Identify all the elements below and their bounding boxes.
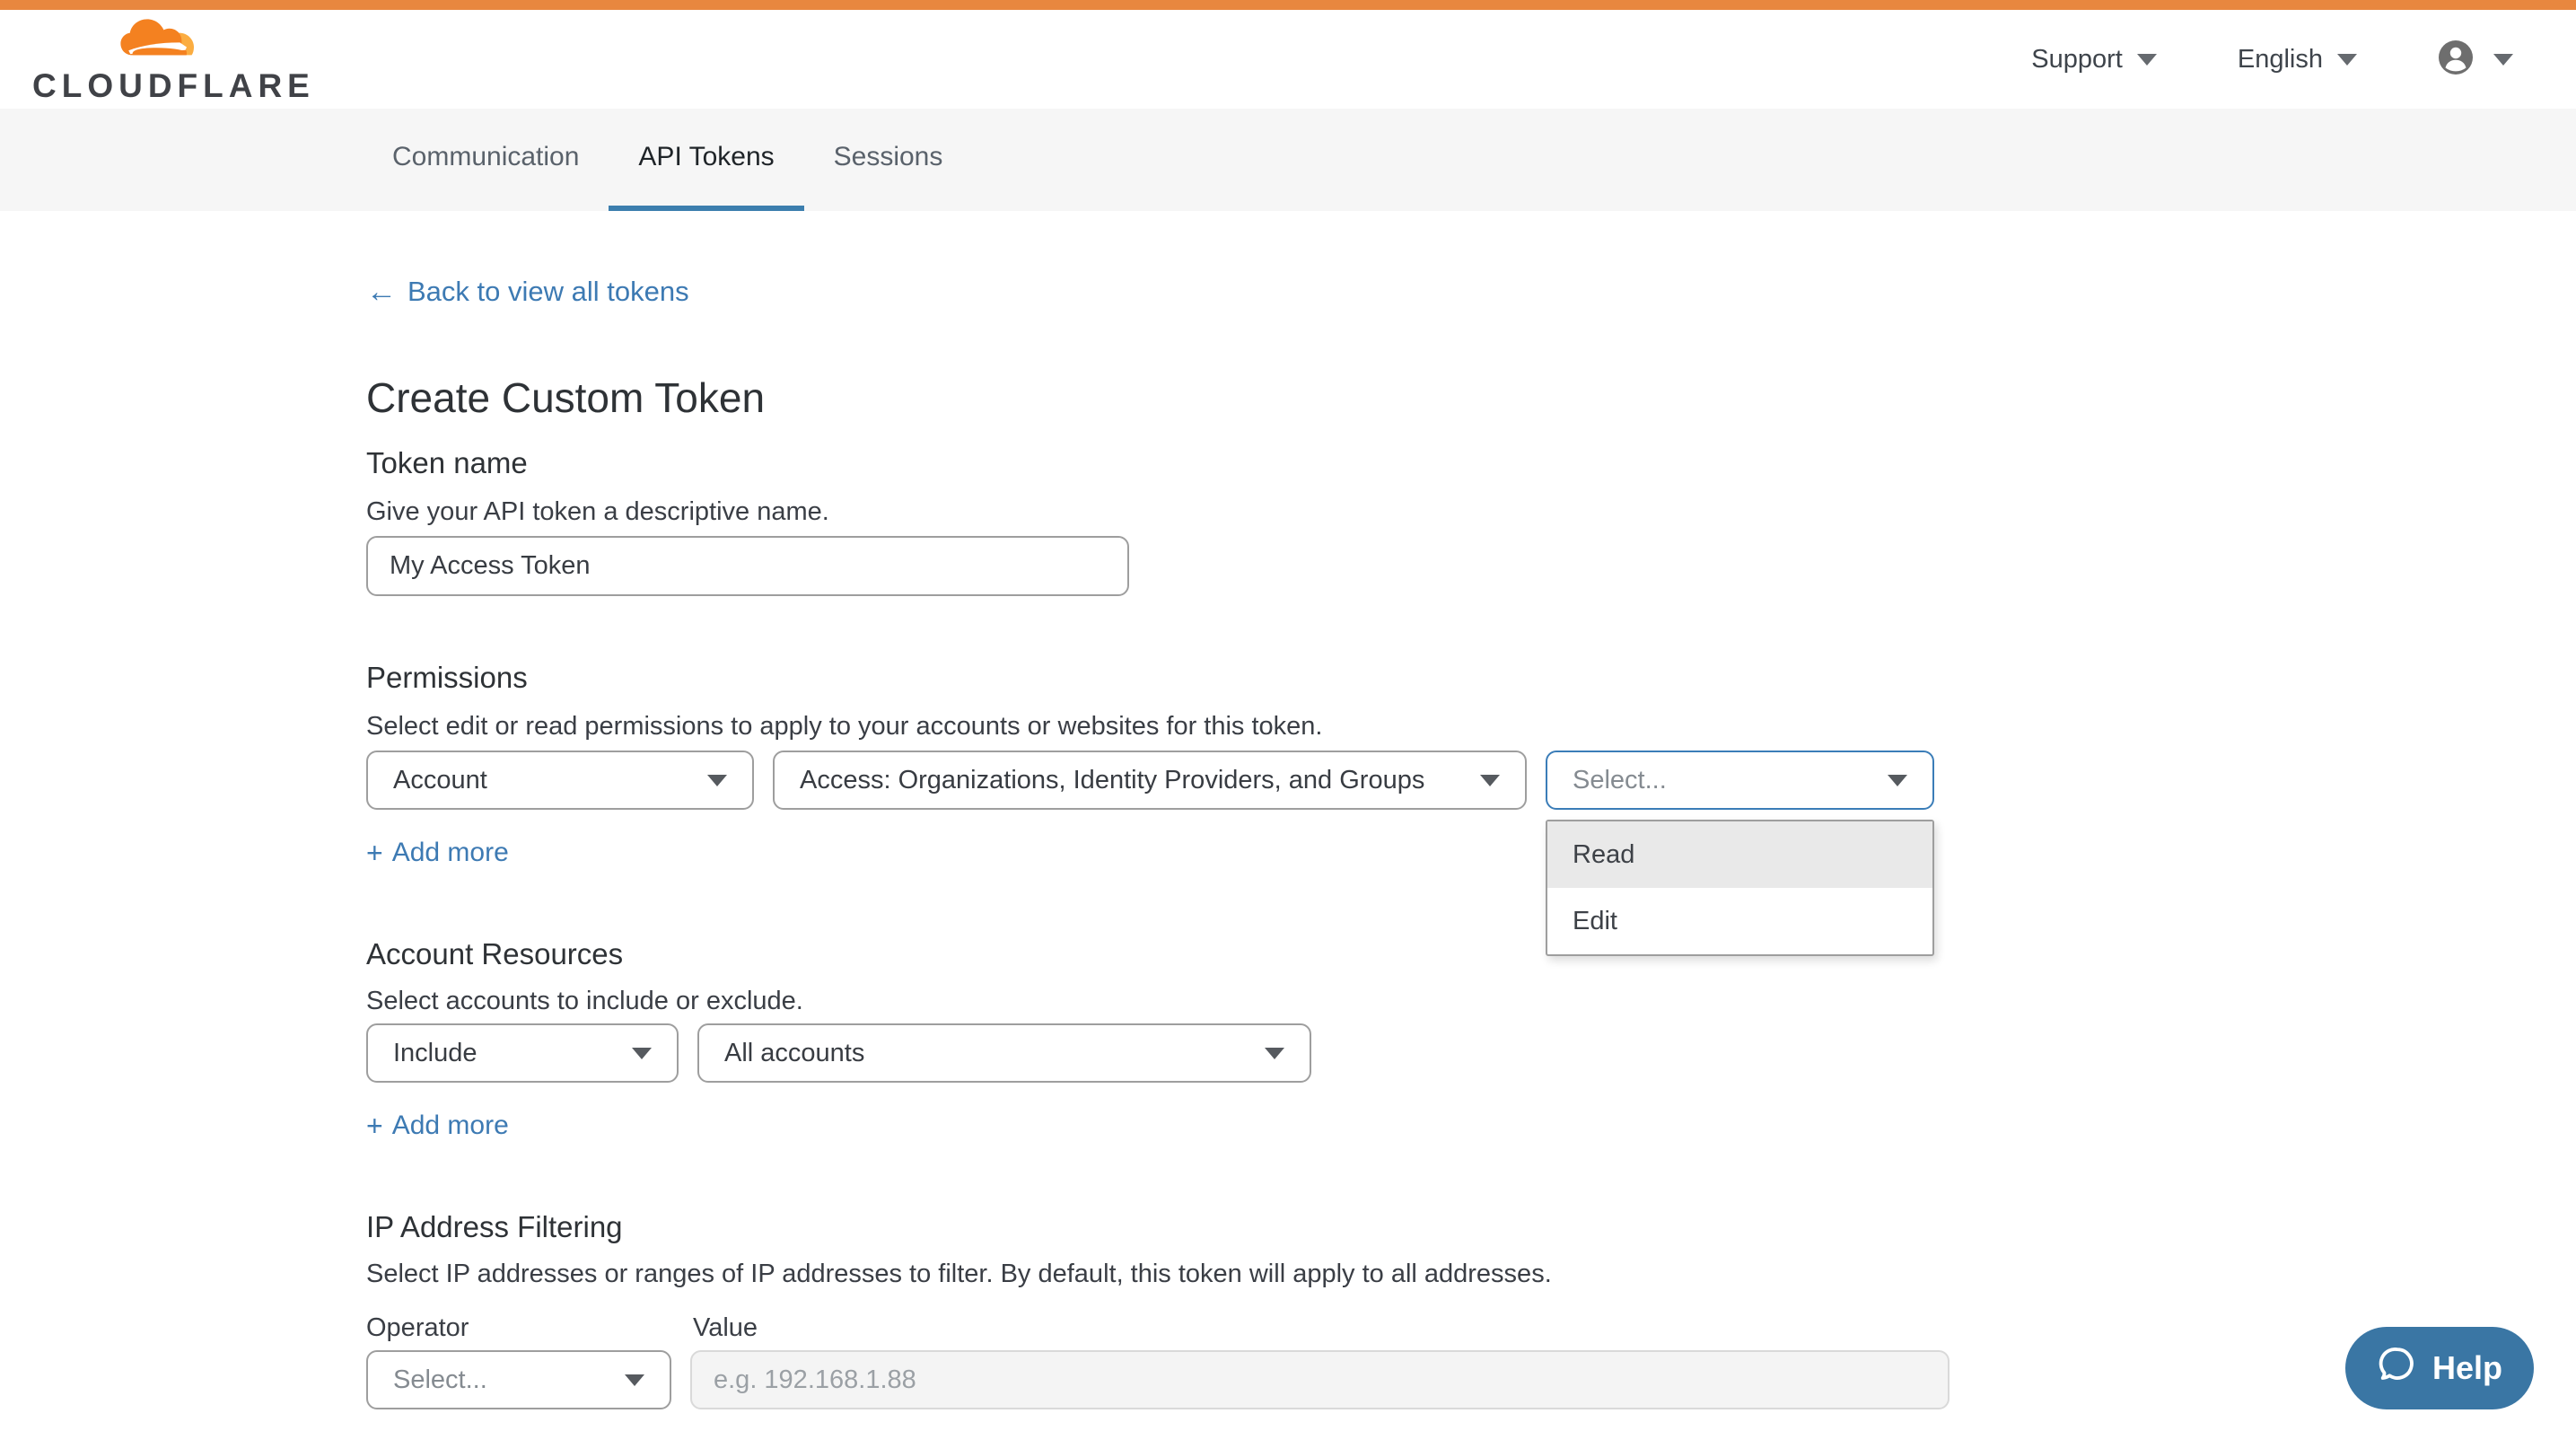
chat-bubble-icon <box>2377 1344 2418 1393</box>
accounts-select[interactable]: All accounts <box>697 1023 1311 1083</box>
permission-access-wrap: Select... Read Edit <box>1546 751 1934 810</box>
chevron-down-icon <box>2137 54 2157 66</box>
token-name-description: Give your API token a descriptive name. <box>366 496 2486 527</box>
ip-filtering-row: Select... <box>366 1350 2486 1409</box>
header: CLOUDFLARE Support English <box>0 10 2576 109</box>
support-menu[interactable]: Support <box>2031 45 2157 75</box>
top-orange-bar <box>0 0 2576 10</box>
chevron-down-icon <box>2337 54 2357 66</box>
operator-label: Operator <box>366 1312 671 1343</box>
ip-value-input[interactable] <box>690 1350 1950 1409</box>
operator-placeholder: Select... <box>393 1365 487 1395</box>
permissions-row: Account Access: Organizations, Identity … <box>366 751 2486 810</box>
user-avatar-icon <box>2438 40 2474 80</box>
support-label: Support <box>2031 45 2123 75</box>
add-more-label: Add more <box>392 1110 509 1142</box>
plus-icon: + <box>366 1110 383 1142</box>
language-menu[interactable]: English <box>2238 45 2357 75</box>
tab-sessions[interactable]: Sessions <box>804 109 973 211</box>
chevron-down-icon <box>2493 54 2513 66</box>
ip-filtering-labels: Operator Value <box>366 1312 2486 1343</box>
plus-icon: + <box>366 837 383 869</box>
cloudflare-cloud-icon <box>111 17 205 67</box>
permission-access-select[interactable]: Select... <box>1546 751 1934 810</box>
header-nav: Support English <box>2031 40 2513 80</box>
help-button[interactable]: Help <box>2345 1327 2534 1409</box>
dropdown-option-read[interactable]: Read <box>1547 821 1932 888</box>
chevron-down-icon <box>632 1048 652 1059</box>
ip-filtering-heading: IP Address Filtering <box>366 1210 2486 1244</box>
language-label: English <box>2238 45 2323 75</box>
tab-bar: Communication API Tokens Sessions <box>0 109 2576 211</box>
chevron-down-icon <box>625 1374 644 1386</box>
value-label: Value <box>693 1312 758 1343</box>
permission-group-select[interactable]: Access: Organizations, Identity Provider… <box>773 751 1527 810</box>
chevron-down-icon <box>1265 1048 1284 1059</box>
back-link-label: Back to view all tokens <box>407 274 689 310</box>
operator-select[interactable]: Select... <box>366 1350 671 1409</box>
permission-scope-value: Account <box>393 766 487 795</box>
permission-group-value: Access: Organizations, Identity Provider… <box>800 766 1424 795</box>
token-name-heading: Token name <box>366 446 2486 480</box>
back-to-tokens-link[interactable]: ← Back to view all tokens <box>366 274 689 310</box>
back-arrow-icon: ← <box>366 274 397 310</box>
chevron-down-icon <box>707 775 727 786</box>
permissions-heading: Permissions <box>366 661 2486 695</box>
main-content: ← Back to view all tokens Create Custom … <box>0 211 2576 1409</box>
help-label: Help <box>2432 1349 2502 1387</box>
accounts-value: All accounts <box>724 1039 864 1068</box>
include-exclude-select[interactable]: Include <box>366 1023 679 1083</box>
cloudflare-logo: CLOUDFLARE <box>32 17 315 102</box>
chevron-down-icon <box>1888 775 1907 786</box>
account-resources-description: Select accounts to include or exclude. <box>366 986 2486 1016</box>
account-menu[interactable] <box>2438 40 2513 80</box>
account-resources-heading: Account Resources <box>366 937 2486 971</box>
permissions-add-more-link[interactable]: + Add more <box>366 837 509 869</box>
cloudflare-logo-text: CLOUDFLARE <box>32 69 315 102</box>
dropdown-option-edit[interactable]: Edit <box>1547 888 1932 954</box>
tab-communication[interactable]: Communication <box>363 109 609 211</box>
permissions-description: Select edit or read permissions to apply… <box>366 711 2486 742</box>
account-resources-row: Include All accounts <box>366 1023 2486 1083</box>
page-title: Create Custom Token <box>366 374 2486 421</box>
account-resources-add-more-link[interactable]: + Add more <box>366 1110 509 1142</box>
add-more-label: Add more <box>392 837 509 869</box>
access-dropdown-menu: Read Edit <box>1546 820 1934 956</box>
permission-access-placeholder: Select... <box>1573 766 1667 795</box>
tab-api-tokens[interactable]: API Tokens <box>609 109 803 211</box>
token-name-input[interactable] <box>366 536 1129 596</box>
include-value: Include <box>393 1039 478 1068</box>
ip-filtering-description: Select IP addresses or ranges of IP addr… <box>366 1259 2486 1289</box>
chevron-down-icon <box>1480 775 1500 786</box>
page: CLOUDFLARE Support English <box>0 0 2576 1431</box>
permission-scope-select[interactable]: Account <box>366 751 754 810</box>
